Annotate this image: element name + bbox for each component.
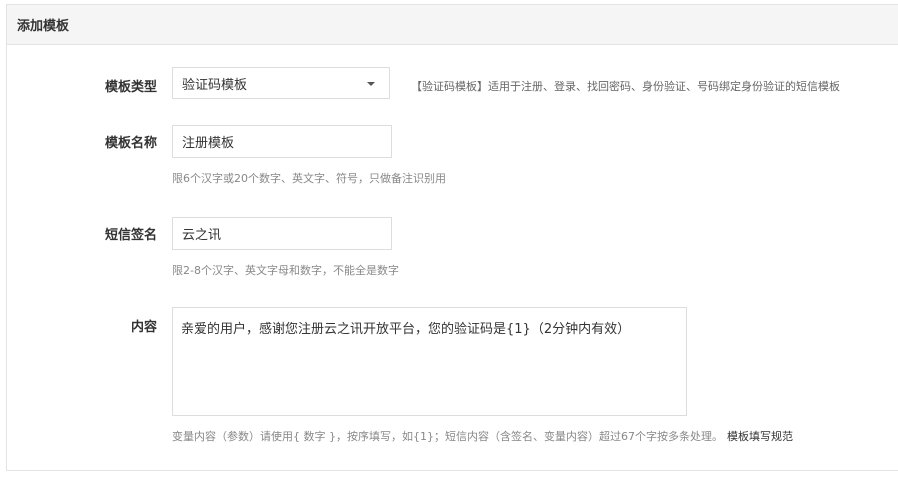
template-name-label: 模板名称 bbox=[104, 136, 157, 151]
sms-signature-label: 短信签名 bbox=[104, 228, 157, 243]
caret-down-icon bbox=[367, 82, 375, 86]
content-label: 内容 bbox=[130, 320, 157, 335]
content-hint: 变量内容（参数）请使用{ 数字 }，按序填写，如{1}；短信内容（含签名、变量内… bbox=[172, 430, 723, 443]
content-textarea[interactable]: 亲爱的用户，感谢您注册云之讯开放平台，您的验证码是{1}（2分钟内有效） bbox=[172, 307, 687, 416]
panel-title: 添加模板 bbox=[17, 19, 70, 34]
template-type-hint: 【验证码模板】适用于注册、登录、找回密码、身份验证、号码绑定身份验证的短信模板 bbox=[411, 80, 840, 93]
add-template-panel: 添加模板 模板类型 验证码模板 【验证码模板】适用于注册、登录、找回密码、身份验… bbox=[6, 4, 898, 471]
template-name-hint: 限6个汉字或20个数字、英文字、符号，只做备注识别用 bbox=[172, 172, 446, 185]
template-type-label: 模板类型 bbox=[104, 80, 157, 95]
content-value: 亲爱的用户，感谢您注册云之讯开放平台，您的验证码是{1}（2分钟内有效） bbox=[181, 322, 631, 337]
template-type-selected: 验证码模板 bbox=[182, 77, 248, 93]
template-guide-link[interactable]: 模板填写规范 bbox=[727, 430, 793, 443]
template-name-value: 注册模板 bbox=[182, 136, 235, 151]
panel-header: 添加模板 bbox=[7, 5, 898, 45]
sms-signature-hint: 限2-8个汉字、英文字母和数字，不能全是数字 bbox=[172, 264, 399, 277]
sms-signature-input[interactable]: 云之讯 bbox=[172, 217, 392, 250]
template-name-input[interactable]: 注册模板 bbox=[172, 125, 392, 158]
template-type-select[interactable]: 验证码模板 bbox=[172, 67, 390, 99]
sms-signature-value: 云之讯 bbox=[182, 228, 222, 243]
content-hint-row: 变量内容（参数）请使用{ 数字 }，按序填写，如{1}；短信内容（含签名、变量内… bbox=[172, 428, 793, 444]
